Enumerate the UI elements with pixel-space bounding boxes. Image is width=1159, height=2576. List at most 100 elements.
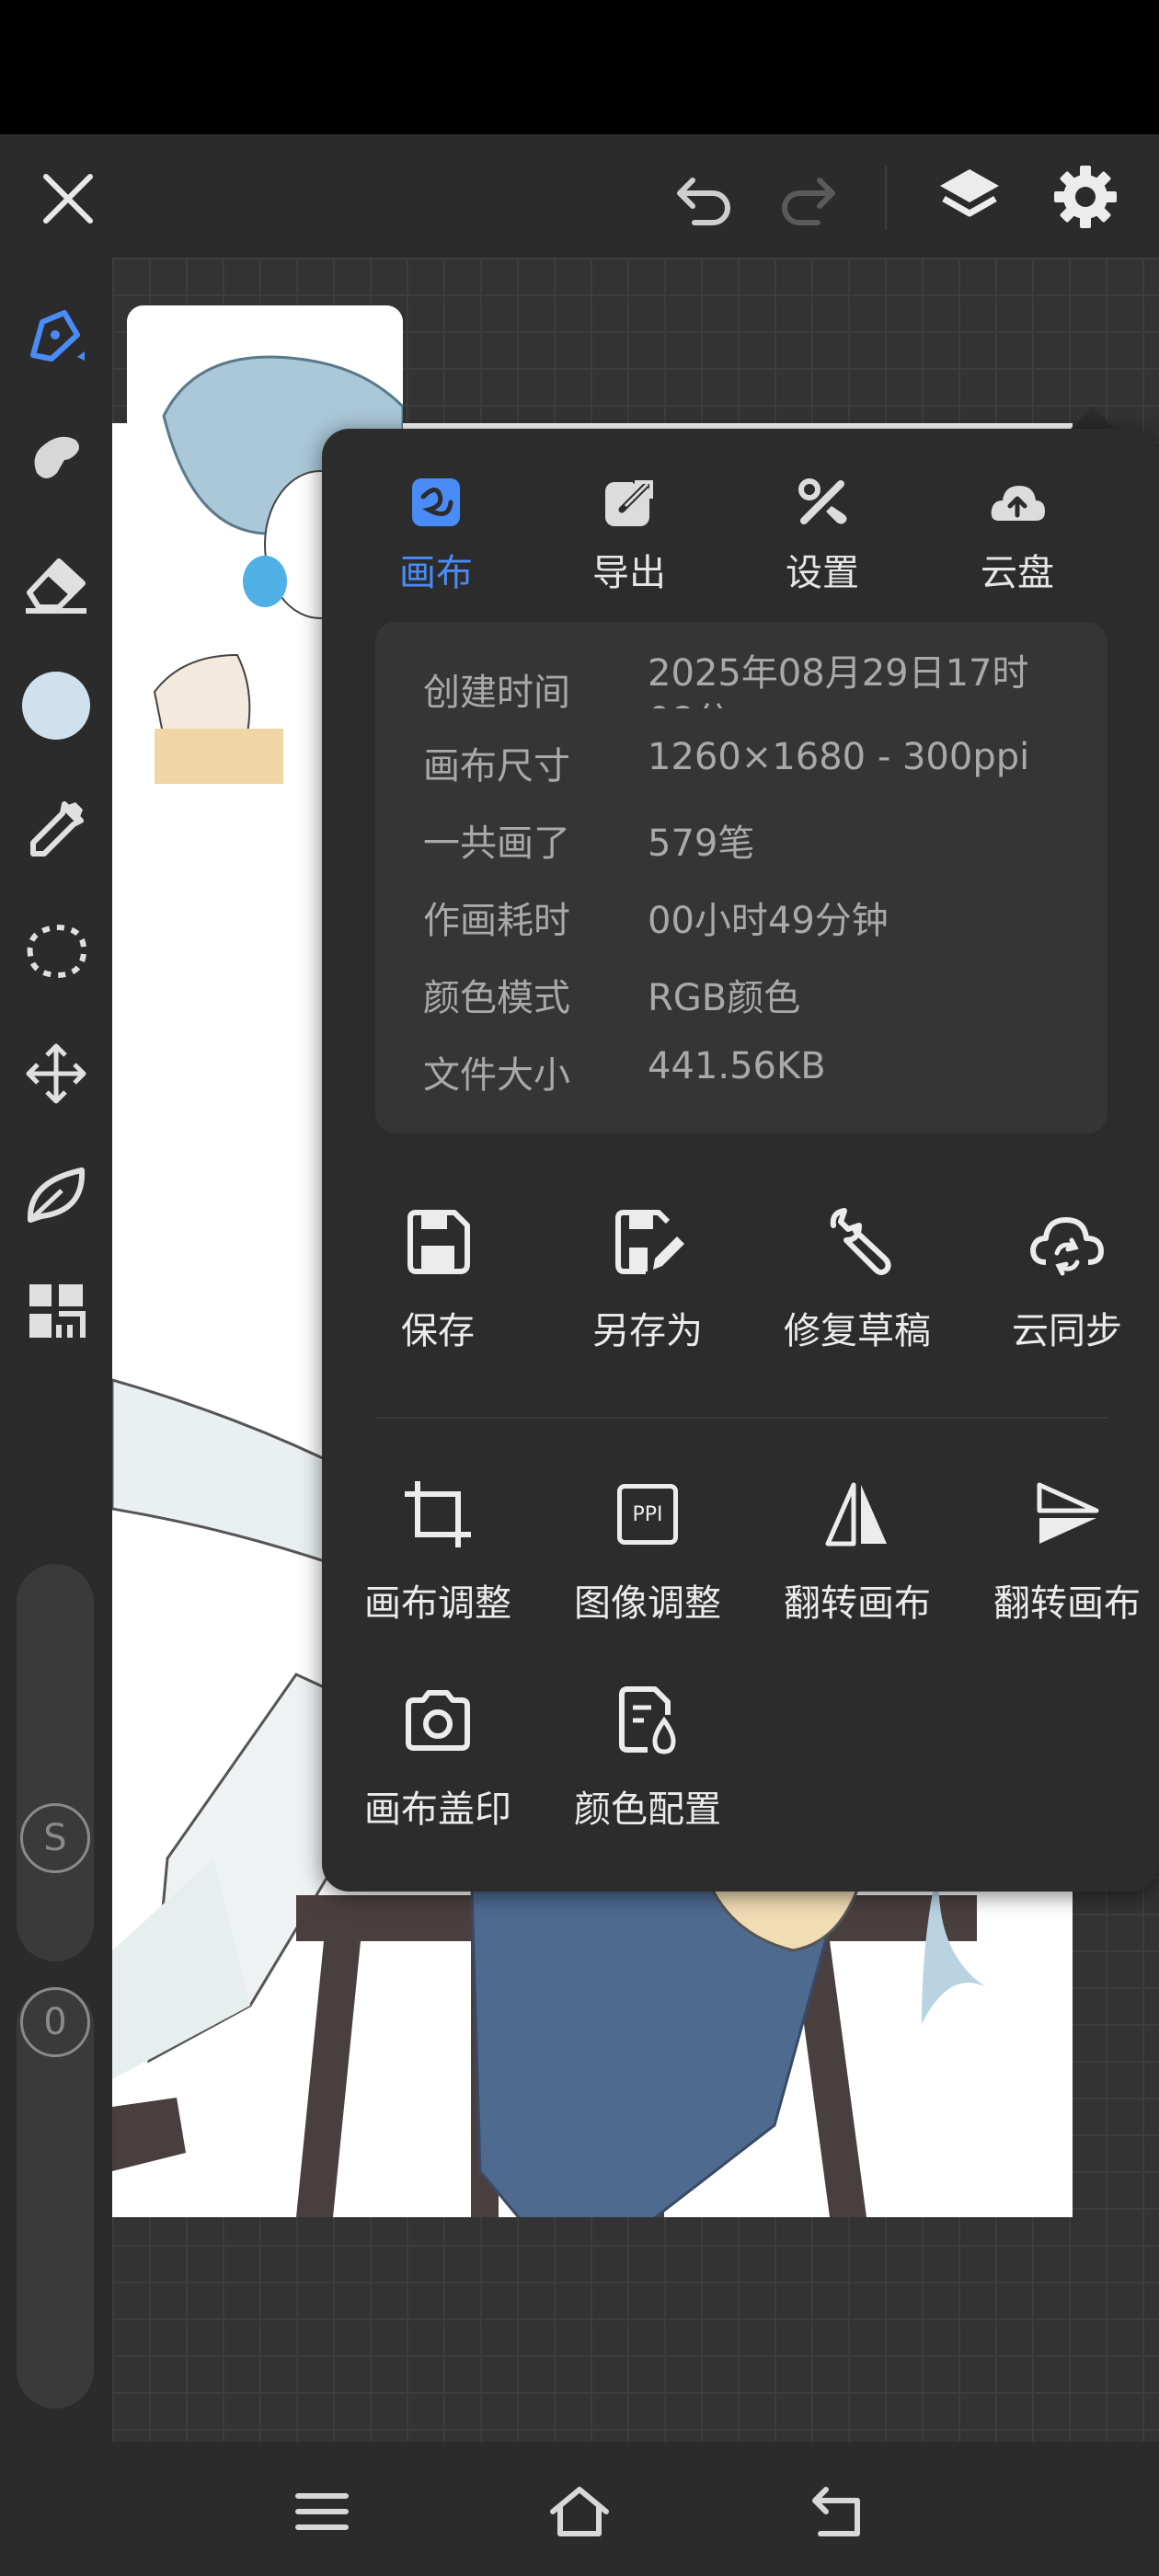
cloud-sync-button[interactable]: 云同步 bbox=[962, 1196, 1159, 1380]
tool-pen[interactable] bbox=[15, 294, 98, 377]
repair-draft-button[interactable]: 修复草稿 bbox=[752, 1196, 962, 1380]
close-button[interactable] bbox=[31, 162, 105, 236]
info-label-duration: 作画耗时 bbox=[423, 900, 570, 942]
top-toolbar bbox=[0, 134, 1159, 258]
redo-icon bbox=[782, 178, 835, 225]
flip-horizontal-label: 翻转画布 bbox=[784, 1582, 931, 1625]
current-color bbox=[22, 672, 90, 740]
undo-button[interactable] bbox=[668, 162, 741, 236]
tool-leaf[interactable] bbox=[15, 1154, 98, 1236]
tab-canvas-label: 画布 bbox=[399, 552, 473, 594]
grid-apps-icon bbox=[29, 1284, 86, 1338]
save-as-icon bbox=[615, 1210, 684, 1274]
image-adjust-label: 图像调整 bbox=[574, 1582, 721, 1625]
crop-icon bbox=[405, 1481, 471, 1547]
tab-cloud-drive[interactable]: 云盘 bbox=[935, 466, 1100, 594]
tab-export[interactable]: 导出 bbox=[546, 466, 712, 594]
save-label: 保存 bbox=[401, 1310, 475, 1352]
info-value-color-mode: RGB颜色 bbox=[648, 977, 801, 1019]
canvas-adjust-label: 画布调整 bbox=[364, 1582, 511, 1625]
info-label-size: 画布尺寸 bbox=[423, 745, 570, 788]
camera-icon bbox=[406, 1690, 470, 1751]
tool-eraser[interactable] bbox=[15, 543, 98, 626]
info-value-strokes: 579笔 bbox=[648, 822, 755, 865]
info-value-duration: 00小时49分钟 bbox=[648, 900, 889, 942]
cloud-sync-label: 云同步 bbox=[1012, 1310, 1122, 1352]
info-label-strokes: 一共画了 bbox=[423, 822, 570, 865]
menu-icon bbox=[295, 2493, 349, 2530]
nav-menu-button[interactable] bbox=[285, 2475, 359, 2548]
nav-back-button[interactable] bbox=[800, 2475, 874, 2548]
home-icon bbox=[550, 2487, 609, 2536]
canvas-menu-panel: 画布 导出 设置 云盘 创建时间 2025年08月29日17时 画布尺寸 126… bbox=[322, 429, 1159, 1892]
lasso-icon bbox=[27, 924, 87, 979]
tab-export-label: 导出 bbox=[592, 552, 666, 594]
layers-button[interactable] bbox=[931, 158, 1008, 236]
color-swatch[interactable] bbox=[15, 664, 98, 747]
repair-draft-label: 修复草稿 bbox=[784, 1310, 931, 1352]
move-icon bbox=[26, 1043, 86, 1104]
system-nav-bar bbox=[0, 2442, 1159, 2576]
section-divider bbox=[375, 1417, 1107, 1419]
info-label-file-size: 文件大小 bbox=[423, 1054, 570, 1097]
flip-vertical-label: 翻转画布 bbox=[993, 1582, 1141, 1625]
canvas-adjust-button[interactable]: 画布调整 bbox=[333, 1468, 543, 1652]
tab-canvas[interactable]: 画布 bbox=[353, 466, 519, 594]
tab-settings[interactable]: 设置 bbox=[740, 466, 905, 594]
flip-vertical-icon bbox=[1037, 1482, 1099, 1544]
redo-button[interactable] bbox=[771, 162, 844, 236]
tab-settings-label: 设置 bbox=[786, 552, 859, 594]
opacity-label: 0 bbox=[43, 2001, 67, 2043]
image-adjust-button[interactable]: PPI 图像调整 bbox=[543, 1468, 752, 1652]
save-as-button[interactable]: 另存为 bbox=[543, 1196, 752, 1380]
pen-icon bbox=[30, 310, 85, 362]
tool-more[interactable] bbox=[15, 1270, 98, 1352]
wrench-icon bbox=[830, 1208, 891, 1275]
eyedropper-icon bbox=[30, 801, 84, 857]
save-as-label: 另存为 bbox=[592, 1310, 703, 1352]
layers-icon bbox=[940, 169, 999, 217]
color-config-icon bbox=[619, 1686, 676, 1754]
tab-cloud-drive-label: 云盘 bbox=[981, 552, 1054, 594]
panel-pointer bbox=[1069, 407, 1117, 431]
opacity-knob[interactable]: 0 bbox=[20, 1987, 90, 2057]
export-icon bbox=[605, 477, 657, 526]
color-config-label: 颜色配置 bbox=[574, 1788, 721, 1831]
nav-home-button[interactable] bbox=[543, 2475, 616, 2548]
ppi-icon: PPI bbox=[617, 1484, 678, 1545]
status-bar bbox=[0, 0, 1159, 134]
close-icon bbox=[43, 174, 93, 224]
flip-horizontal-icon bbox=[825, 1482, 887, 1547]
tool-sidebar: S 0 bbox=[0, 258, 112, 2442]
size-label: S bbox=[43, 1817, 67, 1859]
tool-smudge[interactable] bbox=[15, 418, 98, 500]
save-icon bbox=[407, 1210, 470, 1274]
toolbar-divider bbox=[885, 166, 887, 230]
tool-move[interactable] bbox=[15, 1032, 98, 1115]
flip-horizontal-button[interactable]: 翻转画布 bbox=[752, 1468, 962, 1652]
tool-lasso[interactable] bbox=[15, 909, 98, 992]
color-config-button[interactable]: 颜色配置 bbox=[543, 1674, 752, 1858]
canvas-icon bbox=[412, 478, 460, 526]
canvas-stamp-button[interactable]: 画布盖印 bbox=[333, 1674, 543, 1858]
info-value-file-size: 441.56KB bbox=[648, 1045, 826, 1087]
info-label-created: 创建时间 bbox=[423, 672, 570, 714]
undo-icon bbox=[677, 178, 730, 225]
gear-icon bbox=[1054, 166, 1117, 228]
cloud-drive-icon bbox=[991, 486, 1045, 521]
tools-icon bbox=[798, 478, 847, 524]
tool-eyedropper[interactable] bbox=[15, 788, 98, 870]
brush-size-slider[interactable] bbox=[17, 1564, 94, 1961]
back-icon bbox=[812, 2487, 860, 2536]
info-label-color-mode: 颜色模式 bbox=[423, 977, 570, 1019]
drawing-app: S 0 画布 导出 设置 云盘 创建时间 2025年08月29日17时 画布尺寸… bbox=[0, 134, 1159, 2442]
canvas-stamp-label: 画布盖印 bbox=[364, 1788, 511, 1831]
info-value-size: 1260×1680 - 300ppi bbox=[648, 736, 1030, 778]
save-button[interactable]: 保存 bbox=[333, 1196, 543, 1380]
settings-button[interactable] bbox=[1047, 158, 1124, 236]
eraser-icon bbox=[26, 558, 86, 614]
flip-vertical-button[interactable]: 翻转画布 bbox=[962, 1468, 1159, 1652]
canvas-info-card: 创建时间 2025年08月29日17时08分 画布尺寸 1260×1680 - … bbox=[375, 622, 1107, 1133]
brush-size-knob[interactable]: S bbox=[20, 1803, 90, 1873]
cloud-sync-icon bbox=[1030, 1217, 1104, 1276]
